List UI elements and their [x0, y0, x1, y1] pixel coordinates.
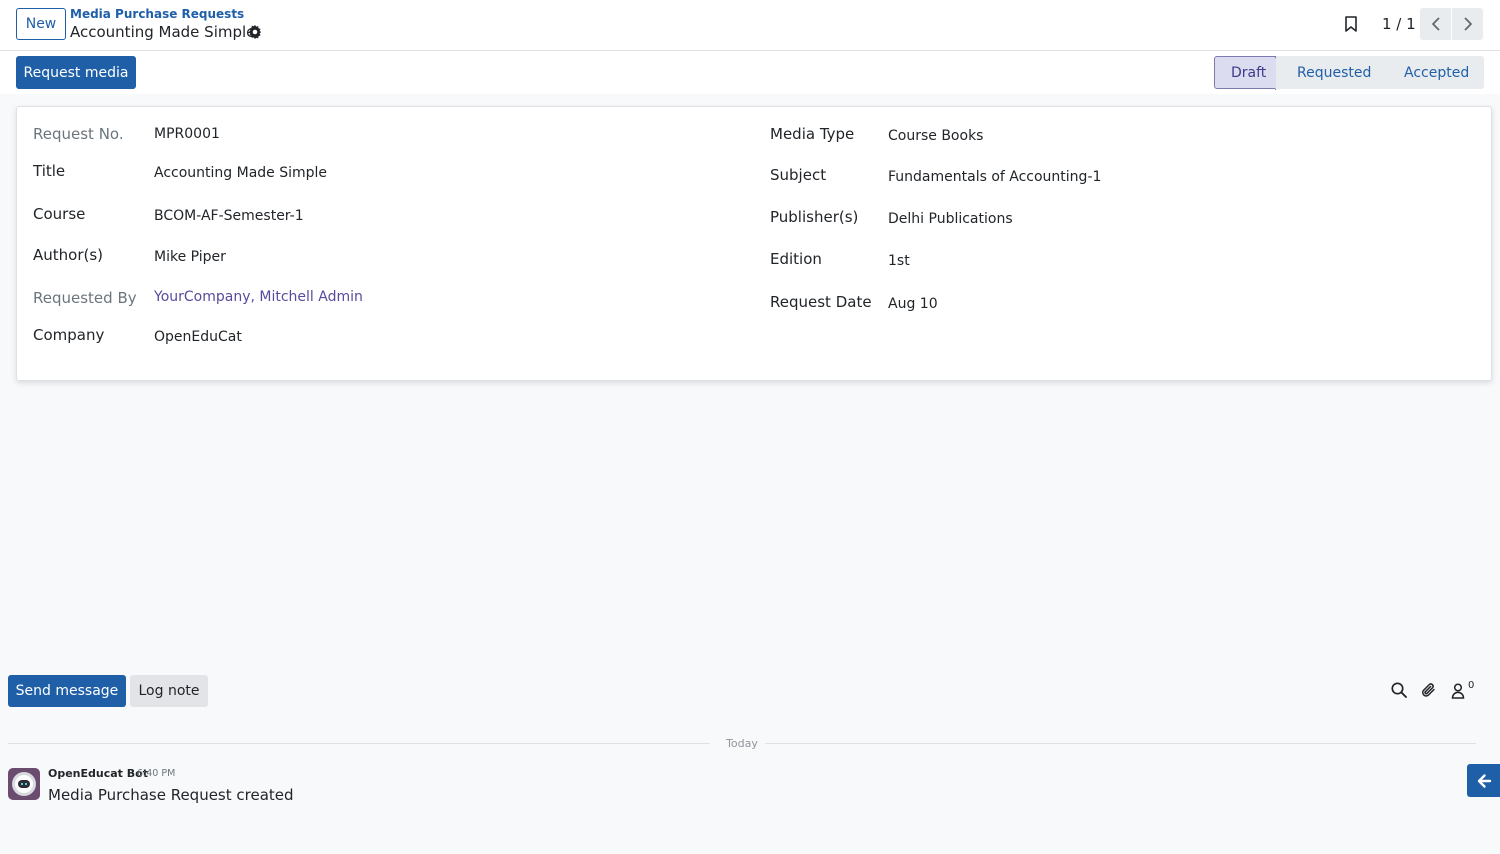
chevron-left-icon: [1431, 17, 1440, 31]
link-requested-by[interactable]: YourCompany, Mitchell Admin: [154, 289, 363, 305]
field-request-date[interactable]: Aug 10: [888, 296, 938, 312]
gear-icon[interactable]: [248, 25, 262, 39]
field-course[interactable]: BCOM-AF-Semester-1: [154, 208, 304, 224]
search-icon[interactable]: [1390, 681, 1408, 699]
pager-value[interactable]: 1 / 1: [1382, 15, 1416, 33]
record-title: Accounting Made Simple: [70, 23, 256, 41]
pager-next-button[interactable]: [1452, 8, 1483, 40]
stage-label: Draft: [1231, 64, 1267, 81]
new-button[interactable]: New: [16, 8, 66, 40]
label-edition: Edition: [770, 250, 822, 268]
label-media-type: Media Type: [770, 125, 855, 143]
request-media-button[interactable]: Request media: [16, 56, 136, 89]
label-publishers: Publisher(s): [770, 208, 859, 226]
label-course: Course: [33, 205, 86, 223]
breadcrumb-media-purchase-requests[interactable]: Media Purchase Requests: [70, 7, 244, 21]
arrow-left-icon: [1477, 773, 1491, 788]
stage-label: Requested: [1297, 64, 1372, 81]
field-authors[interactable]: Mike Piper: [154, 249, 226, 265]
message-author: OpenEducat Bot: [48, 767, 148, 780]
statusbar: Draft Requested Accepted: [1214, 56, 1484, 90]
field-media-type[interactable]: Course Books: [888, 128, 983, 144]
label-request-no: Request No.: [33, 125, 124, 143]
control-panel: New Media Purchase Requests Accounting M…: [0, 0, 1500, 51]
form-sheet: Request No. MPR0001 Title Accounting Mad…: [16, 106, 1492, 381]
followers-count: 0: [1468, 680, 1475, 691]
paperclip-icon[interactable]: [1420, 681, 1438, 699]
field-edition[interactable]: 1st: [888, 253, 910, 269]
label-authors: Author(s): [33, 246, 104, 264]
field-title[interactable]: Accounting Made Simple: [154, 165, 327, 181]
followers-icon[interactable]: [1450, 682, 1468, 700]
message-body: Media Purchase Request created: [48, 786, 294, 804]
field-publishers[interactable]: Delhi Publications: [888, 211, 1013, 227]
action-bar: Request media Draft Requested Accepted: [0, 51, 1500, 94]
log-note-button[interactable]: Log note: [130, 675, 208, 707]
field-subject[interactable]: Fundamentals of Accounting-1: [888, 169, 1101, 185]
send-message-button[interactable]: Send message: [8, 675, 126, 707]
stage-requested[interactable]: Requested: [1276, 56, 1394, 89]
pager-previous-button[interactable]: [1420, 8, 1451, 40]
date-divider-right: [765, 743, 1476, 744]
stage-accepted[interactable]: Accepted: [1380, 56, 1484, 89]
message-time: 6:40 PM: [137, 768, 176, 779]
date-separator: Today: [726, 737, 758, 750]
date-divider-left: [8, 743, 710, 744]
label-title: Title: [33, 162, 66, 180]
stage-draft[interactable]: Draft: [1214, 56, 1289, 90]
value-request-no: MPR0001: [154, 126, 220, 142]
label-requested-by: Requested By: [33, 289, 137, 307]
avatar[interactable]: [8, 768, 40, 800]
field-company[interactable]: OpenEduCat: [154, 329, 242, 345]
stage-label: Accepted: [1404, 64, 1470, 81]
label-subject: Subject: [770, 166, 827, 184]
bot-avatar-icon: [8, 768, 40, 800]
label-company: Company: [33, 326, 105, 344]
chatter-toggle-button[interactable]: [1467, 764, 1500, 797]
chevron-right-icon: [1463, 17, 1472, 31]
label-request-date: Request Date: [770, 293, 872, 311]
bookmark-icon[interactable]: [1344, 16, 1358, 32]
